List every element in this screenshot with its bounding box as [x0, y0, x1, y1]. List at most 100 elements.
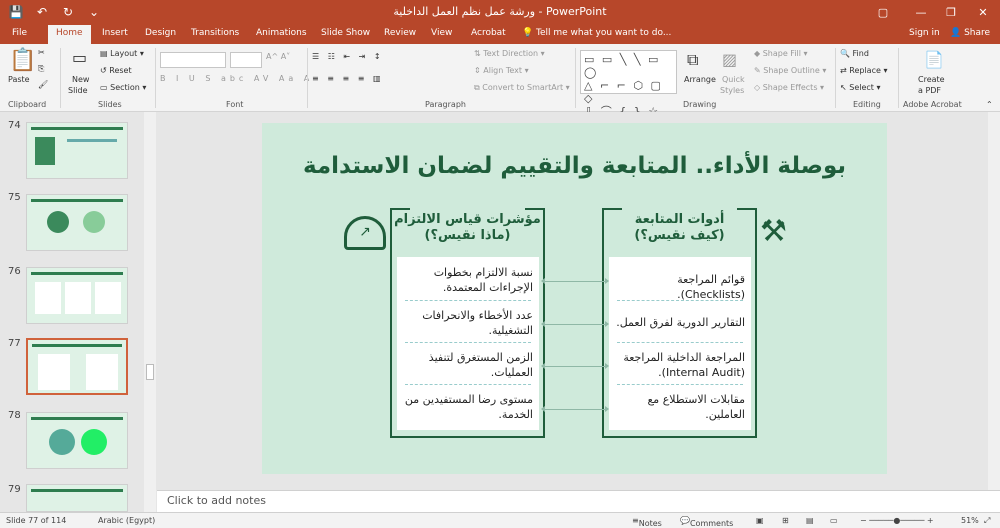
tab-acrobat[interactable]: Acrobat	[471, 28, 506, 38]
slide-counter: Slide 77 of 114	[6, 516, 67, 525]
list-item: قوائم المراجعة (Checklists).	[677, 273, 745, 301]
divider	[617, 300, 743, 301]
font-name-field[interactable]	[160, 52, 226, 68]
maximize-button[interactable]: ❐	[940, 3, 962, 21]
slide-canvas[interactable]: بوصلة الأداء.. المتابعة والتقييم لضمان ا…	[262, 123, 887, 474]
drawing-group-label: Drawing	[683, 100, 717, 109]
tab-review[interactable]: Review	[384, 28, 416, 38]
divider	[405, 342, 531, 343]
comments-label: Comments	[689, 519, 734, 528]
slideshow-icon[interactable]: ▭	[830, 516, 838, 525]
format-painter-icon[interactable]: 🖌	[38, 80, 48, 89]
sign-in-link[interactable]: Sign in	[909, 28, 940, 38]
alignment-buttons[interactable]: ≡ ≡ ≡ ≡ ▥	[312, 74, 384, 83]
shapes-gallery[interactable]: ▭ ▭ ╲ ╲ ▭ ◯△ ⌐ ⌐ ⬡ ▢ ◇⇩ ⌒ { } ☆ ⌒	[580, 50, 677, 131]
slide-sorter-icon[interactable]: ⊞	[782, 516, 789, 525]
new-slide-button-line2[interactable]: Slide	[68, 86, 88, 95]
notes-pane[interactable]: Click to add notes	[157, 490, 1000, 512]
new-slide-icon[interactable]: ▭	[72, 48, 87, 67]
thumbnails-scrollbar[interactable]	[144, 112, 156, 512]
create-pdf-button-line2[interactable]: a PDF	[918, 86, 941, 95]
font-size-field[interactable]	[230, 52, 262, 68]
slide-thumbnail-75[interactable]	[26, 194, 128, 251]
section-button[interactable]: ▭ Section ▾	[100, 83, 146, 92]
close-button[interactable]: ✕	[972, 3, 994, 21]
slide-thumbnail-76[interactable]	[26, 267, 128, 324]
convert-smartart-button[interactable]: ⧉ Convert to SmartArt ▾	[474, 83, 570, 93]
reading-view-icon[interactable]: ▤	[806, 516, 814, 525]
minimize-button[interactable]: —	[910, 3, 932, 21]
thumb-number: 77	[8, 338, 21, 349]
paste-button[interactable]: Paste	[8, 75, 30, 84]
indicators-heading-1: مؤشرات قياس الالتزام	[394, 212, 541, 227]
create-pdf-button[interactable]: Create	[918, 75, 945, 84]
text-direction-button[interactable]: ⇅ Text Direction ▾	[474, 49, 545, 58]
copy-icon[interactable]: ⎘	[38, 64, 44, 74]
notes-button[interactable]: ≡ Notes	[632, 516, 662, 528]
zoom-level[interactable]: 51%	[961, 516, 979, 525]
fit-slide-icon[interactable]: ⤢	[984, 516, 990, 526]
notes-placeholder: Click to add notes	[167, 494, 266, 507]
title-bar: 💾 ↶ ↻ ⌄ ورشة عمل نظم العمل الداخلية - Po…	[0, 0, 1000, 24]
tools-column[interactable]: أدوات المتابعة (كيف نقيس؟) قوائم المراجعة…	[602, 208, 757, 438]
notes-label: Notes	[638, 519, 662, 528]
tab-view[interactable]: View	[431, 28, 452, 38]
shape-outline-label: Shape Outline	[763, 66, 820, 75]
normal-view-icon[interactable]: ▣	[756, 516, 764, 525]
reset-button[interactable]: ↺ Reset	[100, 66, 132, 75]
slide-title[interactable]: بوصلة الأداء.. المتابعة والتقييم لضمان ا…	[262, 153, 887, 179]
divider	[307, 48, 308, 108]
list-buttons[interactable]: ☰ ☷ ⇤ ⇥ ↕	[312, 52, 384, 61]
replace-button[interactable]: ⇄ Replace ▾	[840, 66, 887, 75]
layout-button[interactable]: ▤ Layout ▾	[100, 49, 144, 58]
cut-icon[interactable]: ✂	[38, 48, 45, 57]
tab-transitions[interactable]: Transitions	[191, 28, 239, 38]
slide-thumbnail-77[interactable]	[26, 338, 128, 395]
create-pdf-icon[interactable]: 📄	[924, 50, 944, 69]
zoom-slider[interactable]: − ─────●───── +	[860, 516, 934, 525]
divider	[575, 48, 576, 108]
share-button[interactable]: 👤 Share	[950, 28, 990, 38]
list-item: نسبة الالتزام بخطوات الإجراءات المعتمدة.	[433, 266, 533, 294]
arrange-icon[interactable]: ⧉	[687, 50, 698, 70]
share-label: Share	[964, 28, 991, 38]
arrange-button[interactable]: Arrange	[684, 75, 716, 84]
indicators-column[interactable]: مؤشرات قياس الالتزام (ماذا نقيس؟) نسبة ال…	[390, 208, 545, 438]
editing-group-label: Editing	[853, 100, 881, 109]
tab-insert[interactable]: Insert	[102, 28, 128, 38]
font-format-buttons[interactable]: B I U S abc AV Aa A	[160, 74, 313, 83]
divider	[835, 48, 836, 108]
find-button[interactable]: 🔍 Find	[840, 49, 869, 58]
quick-styles-icon[interactable]: ▨	[722, 50, 737, 69]
reset-label: Reset	[109, 66, 132, 75]
tab-file[interactable]: File	[12, 28, 27, 38]
double-arrow	[541, 363, 609, 369]
slide-thumbnails-pane[interactable]: 74 75 76 77 78 79	[0, 112, 156, 512]
language-indicator[interactable]: Arabic (Egypt)	[98, 516, 155, 525]
select-button[interactable]: ↖ Select ▾	[840, 83, 881, 92]
shape-effects-button[interactable]: ◇ Shape Effects ▾	[754, 83, 824, 92]
quick-styles-button-line2[interactable]: Styles	[720, 86, 744, 95]
collapse-ribbon-icon[interactable]: ⌃	[986, 100, 993, 109]
tell-me-input[interactable]: Tell me what you want to do...	[536, 28, 671, 38]
paste-icon[interactable]: 📋	[9, 48, 36, 73]
slide-thumbnail-79[interactable]	[26, 484, 128, 512]
grow-font-icon[interactable]: A^ A˅	[266, 52, 290, 61]
double-arrow	[541, 406, 609, 412]
new-slide-button[interactable]: New	[72, 75, 89, 84]
shape-outline-button[interactable]: ✎ Shape Outline ▾	[754, 66, 826, 75]
editor-scrollbar[interactable]	[988, 112, 1000, 490]
restore-ribbon-icon[interactable]: ▢	[872, 3, 894, 21]
tab-animations[interactable]: Animations	[256, 28, 307, 38]
comments-button[interactable]: 💬 Comments	[680, 516, 733, 528]
shape-fill-button[interactable]: ◆ Shape Fill ▾	[754, 49, 808, 58]
quick-styles-button[interactable]: Quick	[722, 75, 745, 84]
tab-home[interactable]: Home	[48, 25, 91, 44]
slide-thumbnail-78[interactable]	[26, 412, 128, 469]
tab-slide-show[interactable]: Slide Show	[321, 28, 370, 38]
double-arrow	[541, 278, 609, 284]
align-text-button[interactable]: ⇕ Align Text ▾	[474, 66, 529, 75]
slide-thumbnail-74[interactable]	[26, 122, 128, 179]
tab-design[interactable]: Design	[145, 28, 176, 38]
double-arrow	[541, 321, 609, 327]
